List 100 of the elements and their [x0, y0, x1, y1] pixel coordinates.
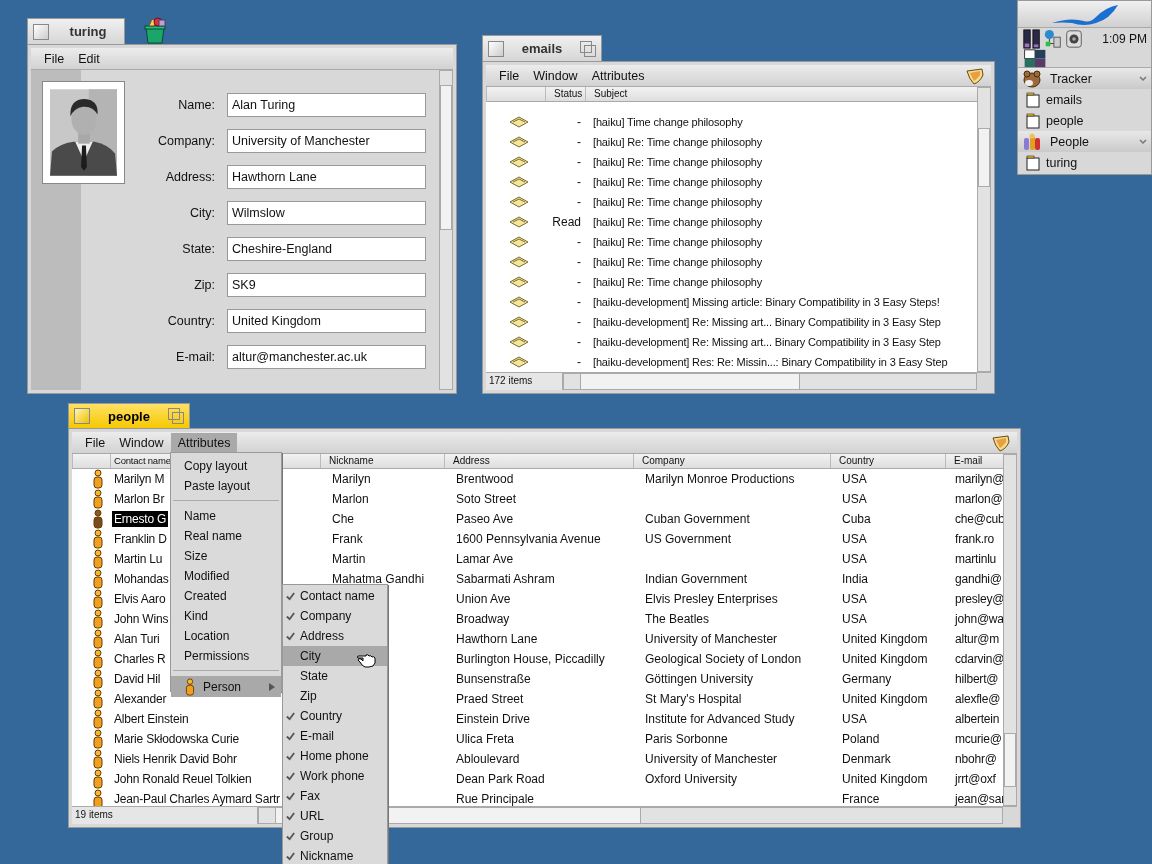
table-cell-text: -: [576, 235, 582, 249]
table-cell: marilyn@: [955, 472, 1005, 486]
item-count: 172 items: [486, 373, 563, 390]
table-cell: Praed Street: [456, 692, 524, 706]
table-cell-text: -: [576, 275, 582, 289]
table-cell: Paseo Ave: [456, 512, 514, 526]
table-cell: Indian Government: [645, 572, 748, 586]
table-cell: frank.ro: [955, 532, 995, 546]
table-cell-text: [haiku] Re: Time change philosophy: [592, 236, 764, 248]
table-cell: Elvis Presley Enterprises: [645, 592, 778, 606]
table-cell: gandhi@: [955, 572, 1002, 586]
table-cell: mcurie@: [955, 732, 1002, 746]
table-cell-text: [haiku] Re: Time change philosophy: [592, 136, 764, 148]
field-label: E-mail:: [175, 350, 215, 364]
table-cell: Göttingen University: [645, 672, 754, 686]
field-label: Zip:: [193, 278, 215, 292]
table-cell: USA: [842, 592, 867, 606]
table-cell-text: [haiku-development] Re: Missing art... Binary Compatibility in 3 Easy Step: [592, 336, 942, 348]
table-cell-text: -: [576, 135, 582, 149]
table-cell-text: -: [576, 315, 582, 329]
field-label: State:: [181, 242, 215, 256]
table-cell-text: -: [576, 355, 582, 369]
table-cell: Cuban Government: [645, 512, 750, 526]
table-cell: Oxford University: [645, 772, 738, 786]
table-cell: john@wa: [955, 612, 1004, 626]
table-cell-text: Read: [551, 215, 582, 229]
table-cell-text: [haiku-development] Missing article: Binary Compatibility in 3 Easy Steps!: [592, 296, 941, 308]
table-cell: Martin: [332, 552, 366, 566]
table-cell: Abloulevard: [456, 752, 520, 766]
table-cell: France: [842, 792, 880, 806]
table-cell: Cuba: [842, 512, 871, 526]
table-cell: nbohr@: [955, 752, 997, 766]
table-cell-text: [haiku] Time change philosophy: [592, 116, 744, 128]
table-cell: US Government: [645, 532, 732, 546]
table-cell: Institute for Advanced Study: [645, 712, 795, 726]
table-cell: USA: [842, 492, 867, 506]
table-cell: martinlu: [955, 552, 997, 566]
table-cell: United Kingdom: [842, 652, 928, 666]
table-cell-text: [haiku] Re: Time change philosophy: [592, 176, 764, 188]
table-cell: Dean Park Road: [456, 772, 545, 786]
table-cell: USA: [842, 552, 867, 566]
table-cell: Geological Society of London: [645, 652, 802, 666]
table-cell: Poland: [842, 732, 880, 746]
table-cell: Marilyn Monroe Productions: [645, 472, 795, 486]
table-cell: che@cub: [955, 512, 1005, 526]
table-cell: University of Manchester: [645, 632, 778, 646]
table-cell: Denmark: [842, 752, 891, 766]
table-cell: United Kingdom: [842, 692, 928, 706]
table-cell-text: [haiku] Re: Time change philosophy: [592, 196, 764, 208]
table-cell: Sabarmati Ashram: [456, 572, 555, 586]
table-cell: USA: [842, 612, 867, 626]
table-cell: USA: [842, 472, 867, 486]
table-cell-text: [haiku] Re: Time change philosophy: [592, 216, 764, 228]
field-label: City:: [189, 206, 215, 220]
table-cell-text: -: [576, 175, 582, 189]
table-cell: United Kingdom: [842, 632, 928, 646]
table-cell: Frank: [332, 532, 363, 546]
table-cell: Burlington House, Piccadilly: [456, 652, 605, 666]
table-cell-text: -: [576, 255, 582, 269]
table-cell: USA: [842, 532, 867, 546]
field-label: Country:: [166, 314, 215, 328]
table-cell: The Beatles: [645, 612, 710, 626]
table-cell: St Mary's Hospital: [645, 692, 742, 706]
table-cell-text: -: [576, 335, 582, 349]
table-cell: Mahatma Gandhi: [332, 572, 425, 586]
table-cell-text: [haiku] Re: Time change philosophy: [592, 276, 764, 288]
table-cell: 1600 Pennsylvania Avenue: [456, 532, 601, 546]
table-cell: hilbert@: [955, 672, 999, 686]
table-cell: Einstein Drive: [456, 712, 531, 726]
table-cell-text: [haiku] Re: Time change philosophy: [592, 256, 764, 268]
window-title: turing: [68, 24, 108, 39]
table-cell: Union Ave: [456, 592, 511, 606]
table-cell: Lamar Ave: [456, 552, 514, 566]
table-cell: Marlon: [332, 492, 369, 506]
table-cell: Brentwood: [456, 472, 514, 486]
table-cell: jrrt@oxf: [955, 772, 996, 786]
table-cell: Rue Principale: [456, 792, 535, 806]
table-cell: India: [842, 572, 869, 586]
field-label: Name:: [177, 98, 215, 112]
table-cell-text: -: [576, 155, 582, 169]
table-cell: Broadway: [456, 612, 510, 626]
window-title: people: [107, 408, 151, 424]
table-cell: Ulica Freta: [456, 732, 514, 746]
table-cell: Hawthorn Lane: [456, 632, 538, 646]
table-cell: altur@m: [955, 632, 1000, 646]
table-cell: cdarvin@: [955, 652, 1005, 666]
field-label: Company:: [157, 134, 215, 148]
window-title: emails: [520, 41, 564, 56]
field-label: Address:: [164, 170, 215, 184]
table-cell: Che: [332, 512, 354, 526]
table-cell: presley@: [955, 592, 1005, 606]
table-cell: marlon@: [955, 492, 1003, 506]
table-cell-text: [haiku-development] Res: Re: Missin...: Binary Compatibility in 3 Easy Step: [592, 356, 949, 368]
table-cell-text: -: [576, 115, 582, 129]
item-count: 19 items: [72, 807, 258, 824]
table-cell: jean@sar: [955, 792, 1005, 806]
table-cell-text: [haiku] Re: Time change philosophy: [592, 156, 764, 168]
table-cell-text: -: [576, 295, 582, 309]
table-cell: Bunsenstraße: [456, 672, 531, 686]
table-cell: University of Manchester: [645, 752, 778, 766]
